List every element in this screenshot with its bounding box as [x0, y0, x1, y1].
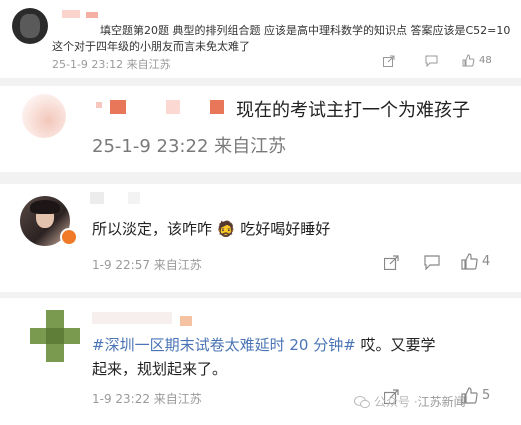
comment-1: 填空题第20题 典型的排列组合题 应该是高中理科数学的知识点 答案应该是C52=…	[0, 0, 521, 78]
share-button[interactable]	[383, 55, 395, 67]
comment-icon	[425, 55, 438, 67]
watermark: 公众号 · 江苏新闻	[354, 393, 466, 410]
vip-badge	[60, 228, 78, 246]
comment-text-part: 吃好喝好睡好	[240, 220, 331, 238]
redacted-username	[210, 100, 224, 114]
wechat-icon	[354, 395, 370, 408]
comment-meta: 1-9 23:22 来自江苏	[92, 392, 202, 406]
comment-meta: 25-1-9 23:22 来自江苏	[92, 136, 287, 157]
divider	[0, 78, 521, 86]
comment-text-part: 哎。又要学	[360, 336, 436, 354]
comment-text: 所以淡定，该咋咋 🧔 吃好喝好睡好	[92, 218, 330, 239]
redacted-username	[166, 100, 180, 114]
redacted-username	[62, 10, 80, 18]
comment-text-part: 所以淡定，该咋咋	[92, 220, 213, 238]
comment-text: 这个对于四年级的小朋友而言未免太难了	[52, 40, 250, 53]
redacted-username	[128, 192, 140, 204]
watermark-prefix: 公众号 ·	[374, 395, 418, 409]
comment-button[interactable]	[425, 55, 438, 67]
like-count: 4	[482, 254, 491, 269]
comment-icon	[424, 255, 440, 270]
share-icon	[384, 255, 399, 270]
comment-text: 现在的考试主打一个为难孩子	[236, 100, 470, 121]
divider	[0, 172, 521, 184]
comment-meta: 1-9 22:57 来自江苏	[92, 258, 202, 272]
redacted-username	[90, 192, 104, 204]
comment-2: 现在的考试主打一个为难孩子 25-1-9 23:22 来自江苏	[0, 86, 521, 172]
redacted-username	[86, 12, 98, 18]
comment-4: #深圳一区期末试卷太难延时 20 分钟# 哎。又要学 起来，规划起来了。 1-9…	[0, 298, 521, 425]
comment-text: #深圳一区期末试卷太难延时 20 分钟# 哎。又要学	[92, 334, 436, 355]
comment-meta: 25-1-9 23:12 来自江苏	[52, 58, 171, 71]
emoji-icon: 🧔	[216, 220, 236, 238]
share-icon	[383, 55, 395, 67]
redacted-username	[92, 312, 172, 324]
share-button[interactable]	[384, 255, 399, 270]
watermark-name: 江苏新闻	[417, 395, 466, 409]
redacted-username	[96, 102, 102, 108]
like-button[interactable]: 4	[461, 253, 490, 270]
comment-button[interactable]	[424, 255, 440, 270]
comment-text: 填空题第20题 典型的排列组合题 应该是高中理科数学的知识点 答案应该是C52=…	[100, 24, 511, 37]
like-count: 48	[479, 55, 492, 66]
thumb-up-icon	[462, 54, 475, 67]
redacted-username	[180, 316, 192, 326]
avatar[interactable]	[12, 8, 48, 44]
thumb-up-icon	[461, 253, 478, 270]
like-count: 5	[482, 388, 491, 403]
avatar[interactable]	[22, 94, 66, 138]
comment-3: 所以淡定，该咋咋 🧔 吃好喝好睡好 1-9 22:57 来自江苏 4	[0, 184, 521, 292]
hashtag-link[interactable]: #深圳一区期末试卷太难延时 20 分钟#	[92, 336, 356, 354]
avatar[interactable]	[30, 310, 80, 362]
like-button[interactable]: 48	[462, 54, 492, 67]
comment-text: 起来，规划起来了。	[92, 360, 228, 378]
redacted-username	[110, 100, 126, 114]
